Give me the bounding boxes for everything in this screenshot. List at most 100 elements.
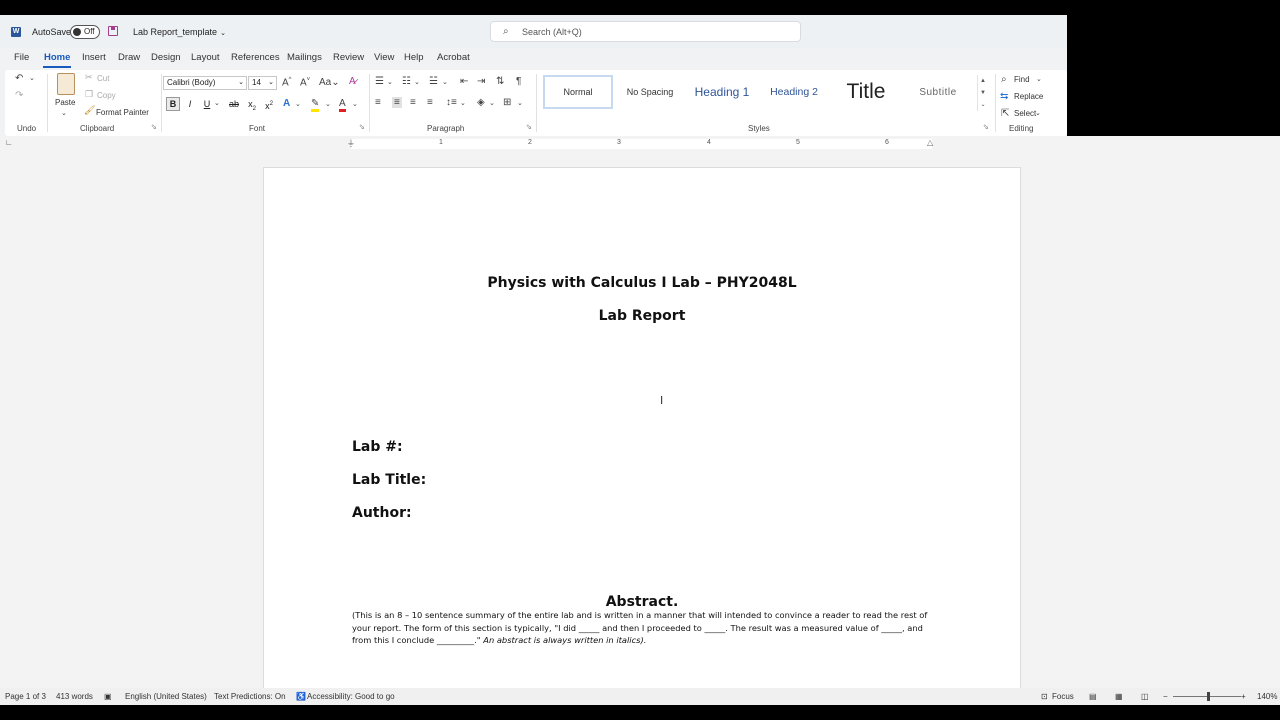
- tab-references[interactable]: References: [231, 52, 280, 63]
- autosave-toggle[interactable]: Off: [70, 25, 100, 39]
- italic-button[interactable]: I: [183, 97, 197, 111]
- styles-launcher-icon[interactable]: ⬂: [983, 123, 989, 131]
- print-layout-icon[interactable]: ▦: [1115, 692, 1123, 701]
- decrease-indent-icon[interactable]: ⇤: [460, 76, 468, 87]
- strikethrough-button[interactable]: ab: [227, 97, 241, 111]
- zoom-out-icon[interactable]: −: [1163, 692, 1168, 701]
- tab-home[interactable]: Home: [42, 52, 72, 68]
- right-indent-marker[interactable]: △: [927, 138, 933, 147]
- clear-formatting-icon[interactable]: A̷: [349, 76, 356, 87]
- grow-font-icon[interactable]: A^: [282, 77, 292, 88]
- copy-button[interactable]: Copy: [97, 91, 116, 100]
- style-no-spacing[interactable]: No Spacing: [615, 75, 685, 109]
- shading-icon[interactable]: ◈: [477, 97, 485, 108]
- paragraph-launcher-icon[interactable]: ⬂: [526, 123, 532, 131]
- accessibility-status[interactable]: Accessibility: Good to go: [307, 692, 395, 701]
- first-line-indent-marker[interactable]: ⏚: [347, 138, 355, 149]
- align-right-icon[interactable]: ≡: [410, 97, 416, 108]
- format-painter-button[interactable]: Format Painter: [96, 108, 149, 117]
- document-page[interactable]: Physics with Calculus I Lab – PHY2048L L…: [263, 167, 1021, 705]
- align-center-icon[interactable]: ≡: [392, 97, 402, 108]
- tab-design[interactable]: Design: [151, 52, 181, 63]
- sort-icon[interactable]: ⇅: [496, 76, 504, 87]
- tab-view[interactable]: View: [374, 52, 394, 63]
- change-case-icon[interactable]: Aa⌄: [319, 77, 340, 88]
- tab-insert[interactable]: Insert: [82, 52, 106, 63]
- replace-button[interactable]: Replace: [1014, 92, 1043, 101]
- chevron-down-icon[interactable]: ⌄: [460, 99, 466, 107]
- font-launcher-icon[interactable]: ⬂: [359, 123, 365, 131]
- zoom-level[interactable]: 140%: [1257, 692, 1277, 701]
- language-status[interactable]: English (United States): [125, 692, 207, 701]
- paste-button[interactable]: Paste: [55, 98, 75, 107]
- align-left-icon[interactable]: ≡: [375, 97, 381, 108]
- bold-button[interactable]: B: [166, 97, 180, 111]
- shrink-font-icon[interactable]: A˅: [300, 77, 310, 88]
- replace-icon[interactable]: ⇆: [1000, 91, 1008, 102]
- tab-file[interactable]: File: [14, 52, 29, 63]
- chevron-down-icon[interactable]: ⌄: [352, 100, 358, 108]
- chevron-down-icon[interactable]: ⌄: [489, 99, 495, 107]
- document-name-button[interactable]: Lab Report_template ⌄: [133, 27, 226, 37]
- select-button[interactable]: Select: [1014, 109, 1036, 118]
- text-effects-icon[interactable]: A: [283, 98, 290, 109]
- find-button[interactable]: Find: [1014, 75, 1030, 84]
- font-name-box[interactable]: Calibri (Body) ⌄: [163, 76, 247, 90]
- superscript-button[interactable]: x2: [262, 97, 276, 111]
- chevron-down-icon[interactable]: ⌄: [517, 99, 523, 107]
- undo-dropdown-icon[interactable]: ⌄: [29, 74, 35, 82]
- cut-button[interactable]: Cut: [97, 74, 109, 83]
- font-color-icon[interactable]: A: [339, 98, 346, 112]
- underline-dropdown-icon[interactable]: ⌄: [214, 99, 220, 107]
- justify-icon[interactable]: ≡: [427, 97, 433, 108]
- tab-draw[interactable]: Draw: [118, 52, 140, 63]
- web-layout-icon[interactable]: ◫: [1141, 692, 1149, 701]
- focus-button[interactable]: Focus: [1052, 692, 1074, 701]
- tab-acrobat[interactable]: Acrobat: [437, 52, 470, 63]
- read-mode-icon[interactable]: ▤: [1089, 692, 1097, 701]
- bullets-icon[interactable]: ☰: [375, 76, 384, 87]
- zoom-in-icon[interactable]: +: [1241, 692, 1246, 701]
- chevron-down-icon[interactable]: ⌄: [414, 78, 420, 86]
- style-title[interactable]: Title: [831, 75, 901, 109]
- more-styles-icon[interactable]: ⌄: [978, 99, 988, 111]
- page-count[interactable]: Page 1 of 3: [5, 692, 46, 701]
- text-predictions-status[interactable]: Text Predictions: On: [214, 692, 286, 701]
- chevron-down-icon[interactable]: ⌄: [295, 100, 301, 108]
- find-icon[interactable]: ⌕: [1001, 74, 1007, 85]
- tab-layout[interactable]: Layout: [191, 52, 220, 63]
- chevron-down-icon[interactable]: ⌄: [1035, 109, 1041, 117]
- vertical-ruler[interactable]: [3, 155, 12, 703]
- font-size-box[interactable]: 14 ⌄: [248, 76, 277, 90]
- tab-selector-icon[interactable]: ∟: [5, 138, 13, 147]
- select-icon[interactable]: ⇱: [1001, 108, 1009, 119]
- zoom-slider-thumb[interactable]: [1207, 692, 1210, 701]
- chevron-down-icon[interactable]: ⌄: [442, 78, 448, 86]
- horizontal-ruler[interactable]: 1 2 3 4 5 6 ⏚ △: [263, 138, 1019, 149]
- chevron-down-icon[interactable]: ⌄: [387, 78, 393, 86]
- underline-button[interactable]: U: [200, 97, 214, 111]
- styles-scroll[interactable]: ▲ ▼ ⌄: [977, 75, 988, 111]
- save-icon[interactable]: [108, 26, 118, 36]
- paste-dropdown-icon[interactable]: ⌄: [61, 109, 67, 117]
- undo-icon[interactable]: ↶: [15, 73, 23, 84]
- copy-icon[interactable]: ❐: [85, 89, 93, 100]
- highlight-icon[interactable]: ✎: [311, 98, 320, 112]
- multilevel-list-icon[interactable]: ☱: [429, 76, 438, 87]
- borders-icon[interactable]: ⊞: [503, 97, 511, 108]
- style-heading-1[interactable]: Heading 1: [687, 75, 757, 109]
- chevron-down-icon[interactable]: ⌄: [325, 100, 331, 108]
- format-painter-icon[interactable]: 🖌: [84, 105, 95, 116]
- line-spacing-icon[interactable]: ↕≡: [446, 97, 457, 108]
- tab-help[interactable]: Help: [404, 52, 424, 63]
- paste-icon[interactable]: [57, 73, 75, 95]
- chevron-down-icon[interactable]: ⌄: [1036, 75, 1042, 83]
- style-subtitle[interactable]: Subtitle: [903, 75, 973, 109]
- subscript-button[interactable]: x2: [245, 97, 259, 112]
- clipboard-launcher-icon[interactable]: ⬂: [151, 123, 157, 131]
- redo-icon[interactable]: ↷: [15, 90, 23, 101]
- proofing-icon[interactable]: ▣: [104, 692, 112, 701]
- tab-mailings[interactable]: Mailings: [287, 52, 322, 63]
- increase-indent-icon[interactable]: ⇥: [477, 76, 485, 87]
- word-count[interactable]: 413 words: [56, 692, 93, 701]
